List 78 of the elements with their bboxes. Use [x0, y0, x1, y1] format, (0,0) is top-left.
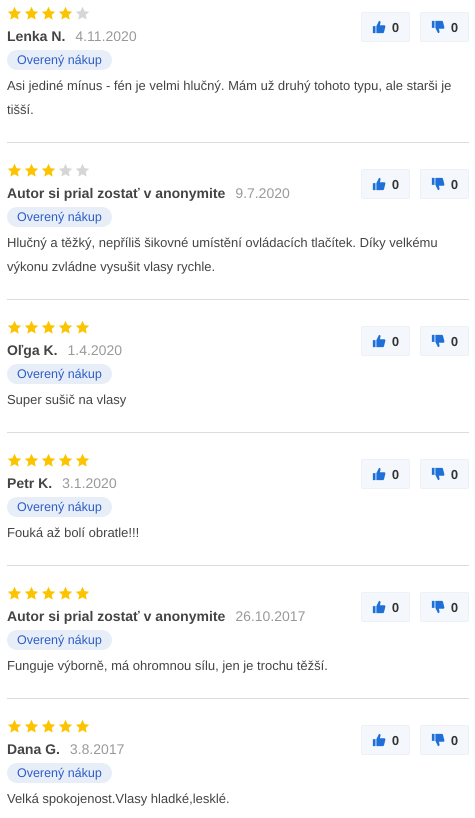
review-date: 3.8.2017 — [70, 741, 124, 757]
thumbs-down-icon — [430, 467, 445, 481]
verified-purchase-badge: Overený nákup — [7, 207, 112, 227]
author-name: Lenka N. — [7, 28, 66, 44]
star-icon — [7, 163, 22, 178]
star-icon — [24, 453, 39, 468]
star-icon — [7, 320, 22, 335]
thumbs-up-icon — [372, 177, 386, 191]
review-text: Funguje výborně, má ohromnou sílu, jen je trochu těžší. — [7, 657, 329, 675]
star-icon — [41, 719, 56, 734]
dislike-button[interactable]: 0 — [420, 12, 469, 42]
thumbs-up-icon — [372, 600, 386, 614]
review-text: Super sušič na vlasy — [7, 391, 128, 409]
thumbs-down-icon — [430, 733, 445, 747]
thumbs-up-icon — [372, 467, 386, 481]
verified-purchase-badge: Overený nákup — [7, 630, 112, 650]
star-icon — [41, 6, 56, 21]
star-icon — [41, 163, 56, 178]
thumbs-down-icon — [430, 334, 445, 348]
star-icon — [58, 163, 73, 178]
dislike-button[interactable]: 0 — [420, 459, 469, 489]
star-icon — [58, 6, 73, 21]
review-date: 26.10.2017 — [235, 608, 306, 624]
star-icon — [75, 6, 90, 21]
review-text: Asi jediné mínus - fén je velmi hlučný. Mám už druhý tohoto typu, ale starši je tišší. — [7, 77, 452, 119]
review-text: Hlučný a těžký, nepříliš šikovné umístění ovládacích tlačítek. Díky velkému výkonu zvládne vysušit vlasy rychle. — [7, 234, 439, 276]
thumbs-up-icon — [372, 334, 386, 348]
thumbs-down-icon — [430, 20, 445, 34]
star-icon — [41, 586, 56, 601]
review-date: 1.4.2020 — [68, 342, 122, 358]
author-name: Oľga K. — [7, 342, 58, 358]
star-icon — [24, 163, 39, 178]
review-date: 4.11.2020 — [75, 28, 137, 44]
star-icon — [24, 320, 39, 335]
author-name: Petr K. — [7, 475, 52, 491]
star-icon — [7, 586, 22, 601]
like-button[interactable]: 0 — [361, 725, 410, 755]
like-button[interactable]: 0 — [361, 592, 410, 622]
star-icon — [75, 163, 90, 178]
review-text: Velká spokojenost.Vlasy hladké,lesklé. — [7, 790, 231, 808]
like-button[interactable]: 0 — [361, 459, 410, 489]
review-date: 3.1.2020 — [62, 475, 117, 491]
star-icon — [75, 453, 90, 468]
star-icon — [75, 586, 90, 601]
star-icon — [58, 719, 73, 734]
author-name: Autor si prial zostať v anonymite — [7, 185, 226, 201]
star-icon — [24, 586, 39, 601]
like-button[interactable]: 0 — [361, 12, 410, 42]
verified-purchase-badge: Overený nákup — [7, 364, 112, 384]
star-icon — [41, 320, 56, 335]
verified-purchase-badge: Overený nákup — [7, 497, 112, 517]
star-icon — [58, 320, 73, 335]
star-icon — [24, 6, 39, 21]
thumbs-down-icon — [430, 600, 445, 614]
like-button[interactable]: 0 — [361, 326, 410, 356]
like-button[interactable]: 0 — [361, 169, 410, 199]
thumbs-up-icon — [372, 733, 386, 747]
review-date: 9.7.2020 — [235, 185, 290, 201]
star-icon — [58, 453, 73, 468]
author-name: Autor si prial zostať v anonymite — [7, 608, 226, 624]
dislike-button[interactable]: 0 — [420, 592, 469, 622]
star-icon — [7, 6, 22, 21]
verified-purchase-badge: Overený nákup — [7, 763, 112, 783]
star-icon — [75, 719, 90, 734]
star-icon — [7, 719, 22, 734]
author-name: Dana G. — [7, 741, 60, 757]
star-icon — [41, 453, 56, 468]
dislike-button[interactable]: 0 — [420, 725, 469, 755]
review-text: Fouká až bolí obratle!!! — [7, 524, 140, 542]
thumbs-down-icon — [430, 177, 445, 191]
verified-purchase-badge: Overený nákup — [7, 50, 112, 70]
dislike-button[interactable]: 0 — [420, 169, 469, 199]
thumbs-up-icon — [372, 20, 386, 34]
star-icon — [24, 719, 39, 734]
dislike-button[interactable]: 0 — [420, 326, 469, 356]
star-icon — [75, 320, 90, 335]
star-icon — [58, 586, 73, 601]
star-icon — [7, 453, 22, 468]
